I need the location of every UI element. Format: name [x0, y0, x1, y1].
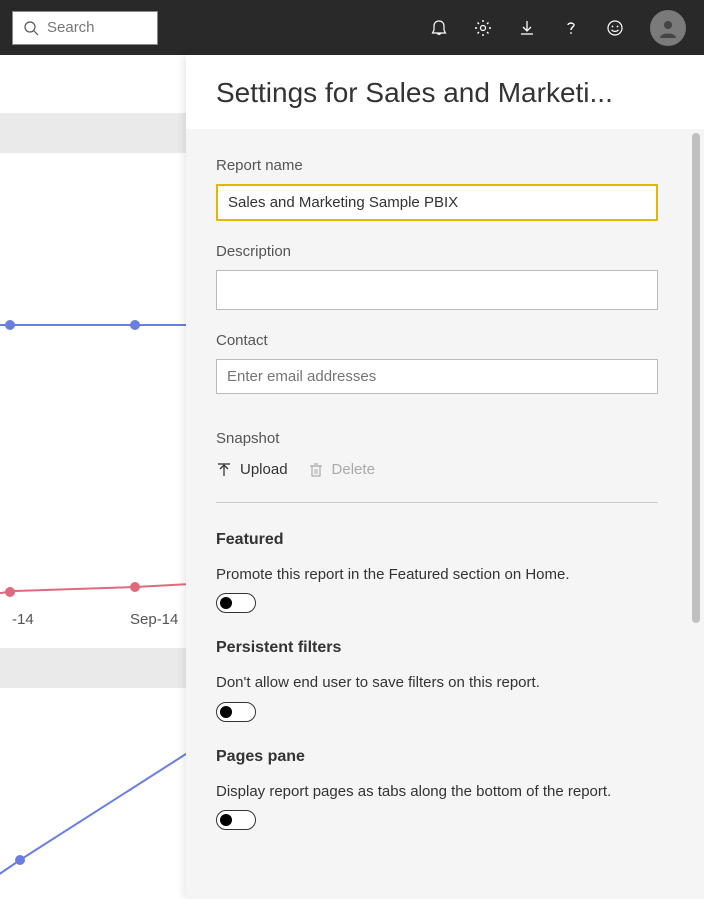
- featured-description: Promote this report in the Featured sect…: [216, 565, 674, 585]
- persistent-filters-toggle[interactable]: [216, 702, 256, 722]
- upload-icon: [216, 462, 232, 478]
- contact-label: Contact: [216, 332, 674, 349]
- snapshot-label: Snapshot: [216, 430, 674, 447]
- pages-pane-toggle[interactable]: [216, 810, 256, 830]
- toggle-knob: [220, 706, 232, 718]
- report-name-input[interactable]: [216, 184, 658, 221]
- line-chart-fragment-blue2: [0, 755, 186, 899]
- featured-toggle[interactable]: [216, 593, 256, 613]
- search-icon: [23, 20, 39, 36]
- axis-label: Sep-14: [130, 611, 178, 628]
- search-input[interactable]: Search: [12, 11, 158, 45]
- pages-pane-heading: Pages pane: [216, 748, 674, 766]
- search-placeholder: Search: [47, 19, 95, 36]
- user-avatar[interactable]: [650, 10, 686, 46]
- line-chart-fragment-blue: [0, 305, 186, 365]
- persistent-filters-heading: Persistent filters: [216, 639, 674, 657]
- settings-icon[interactable]: [474, 19, 492, 37]
- app-topbar: Search: [0, 0, 704, 55]
- toggle-knob: [220, 597, 232, 609]
- trash-icon: [308, 462, 324, 478]
- snapshot-actions: Upload Delete: [216, 457, 674, 502]
- persistent-filters-description: Don't allow end user to save filters on …: [216, 673, 674, 693]
- description-input[interactable]: [216, 270, 658, 310]
- panel-header: Settings for Sales and Marketi...: [186, 55, 704, 129]
- divider: [216, 502, 658, 503]
- upload-label: Upload: [240, 461, 288, 478]
- notifications-icon[interactable]: [430, 19, 448, 37]
- report-background: -14 Sep-14: [0, 55, 186, 899]
- toggle-knob: [220, 814, 232, 826]
- feedback-icon[interactable]: [606, 19, 624, 37]
- help-icon[interactable]: [562, 19, 580, 37]
- settings-panel: Settings for Sales and Marketi... Report…: [186, 55, 704, 899]
- report-name-label: Report name: [216, 157, 674, 174]
- panel-body: Report name Description Contact Snapshot…: [186, 129, 704, 899]
- delete-label: Delete: [332, 461, 375, 478]
- scrollbar[interactable]: [692, 133, 700, 623]
- topbar-icons: [430, 10, 686, 46]
- contact-input[interactable]: [216, 359, 658, 394]
- snapshot-delete-button: Delete: [308, 461, 375, 478]
- pages-pane-description: Display report pages as tabs along the b…: [216, 782, 674, 802]
- description-label: Description: [216, 243, 674, 260]
- snapshot-upload-button[interactable]: Upload: [216, 461, 288, 478]
- panel-title: Settings for Sales and Marketi...: [216, 77, 674, 109]
- download-icon[interactable]: [518, 19, 536, 37]
- axis-label: -14: [12, 611, 34, 628]
- featured-heading: Featured: [216, 531, 674, 549]
